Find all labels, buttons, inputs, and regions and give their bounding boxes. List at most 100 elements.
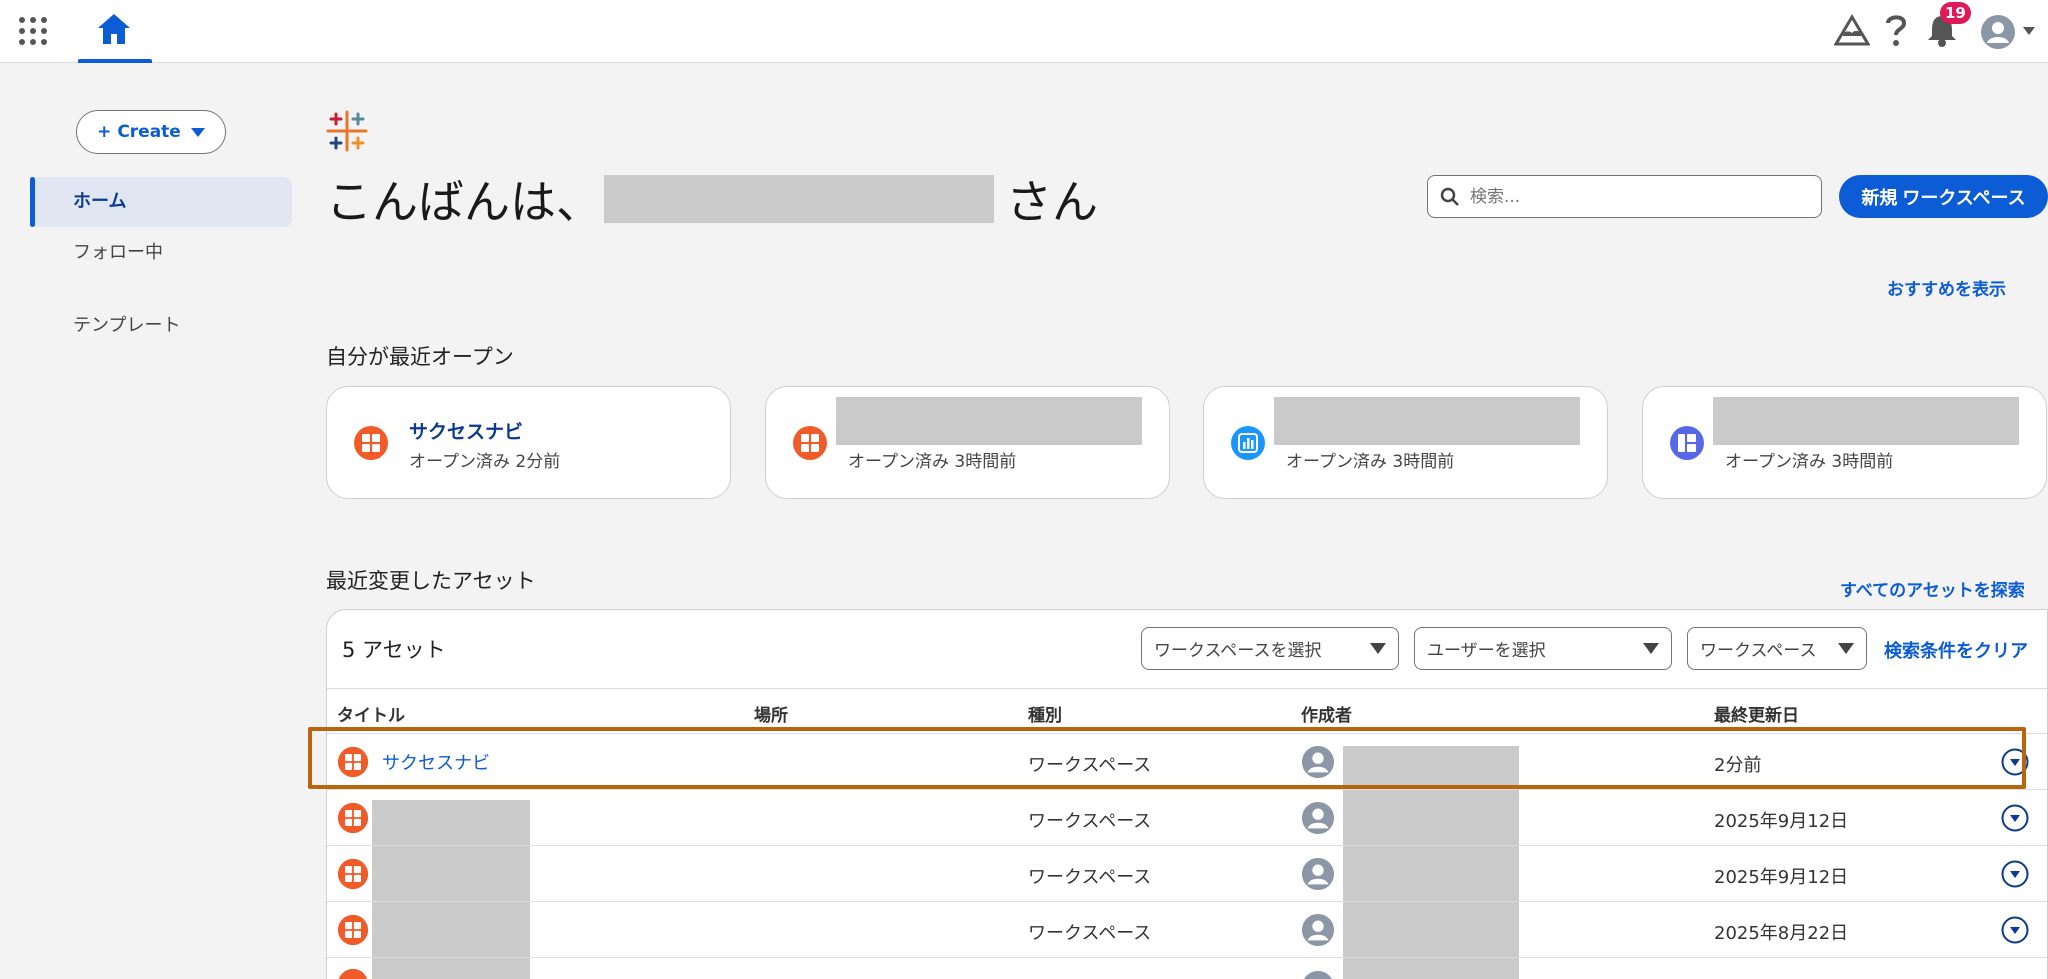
recent-card-subtitle: オープン済み 3時間前 <box>1286 452 1455 472</box>
row-date: 2025年9月12日 <box>1714 867 1849 888</box>
redacted-title <box>1274 397 1580 445</box>
sidebar-item-label: テンプレート <box>73 315 181 336</box>
home-tab[interactable] <box>78 0 152 63</box>
dropdown-caret-icon <box>1370 643 1386 654</box>
row-actions-icon[interactable] <box>2001 860 2029 888</box>
redacted-owner <box>1343 958 1519 979</box>
greeting-suffix: さん <box>1006 175 1098 229</box>
redacted-title <box>836 397 1142 445</box>
table-header: タイトル 場所 種別 作成者 最終更新日 <box>327 688 2047 733</box>
create-caret-icon <box>190 127 205 137</box>
cloud-icon[interactable] <box>1834 14 1870 48</box>
workspace-icon <box>793 426 827 460</box>
greeting-heading: こんばんは、 さん <box>326 166 1098 232</box>
apps-grid-icon[interactable] <box>17 15 49 47</box>
table-row[interactable]: ワークスペース 2025年9月12日 <box>327 845 2047 902</box>
redacted-owner <box>1343 790 1519 846</box>
row-title-link[interactable]: サクセスナビ <box>382 749 490 775</box>
create-button-label: + Create <box>97 122 181 142</box>
type-select-value: ワークスペース <box>1700 641 1817 661</box>
chevron-down-icon[interactable] <box>2022 26 2036 36</box>
user-select-value: ユーザーを選択 <box>1427 641 1546 661</box>
redacted-title <box>372 846 530 902</box>
recently-opened-title: 自分が最近オープン <box>326 345 514 369</box>
column-owner[interactable]: 作成者 <box>1301 701 1352 726</box>
row-type: ワークスペース <box>1028 867 1152 888</box>
search-input[interactable] <box>1470 186 1790 207</box>
sidebar-item-label: フォロー中 <box>73 242 163 263</box>
owner-avatar-icon <box>1301 913 1335 947</box>
table-row[interactable] <box>327 957 2047 979</box>
workspace-icon <box>337 802 369 834</box>
owner-avatar-icon <box>1301 857 1335 891</box>
recent-card-title[interactable]: サクセスナビ <box>409 417 523 444</box>
sidebar-item-following[interactable]: フォロー中 <box>30 228 292 278</box>
row-date: 2分前 <box>1714 755 1762 776</box>
column-location[interactable]: 場所 <box>754 701 788 726</box>
sidebar-item-home[interactable]: ホーム <box>30 177 292 227</box>
workspace-icon <box>337 746 369 778</box>
row-actions-icon[interactable] <box>2001 748 2029 776</box>
column-title[interactable]: タイトル <box>337 701 405 726</box>
dropdown-caret-icon <box>1838 643 1854 654</box>
owner-avatar-icon <box>1304 970 1332 979</box>
row-type: ワークスペース <box>1028 923 1152 944</box>
user-select[interactable]: ユーザーを選択 <box>1414 627 1672 670</box>
workspace-icon <box>338 968 368 979</box>
redacted-owner <box>1343 846 1519 902</box>
tableau-logo-icon <box>326 110 368 152</box>
recent-card-subtitle: オープン済み 3時間前 <box>848 452 1017 472</box>
workspace-select[interactable]: ワークスペースを選択 <box>1141 627 1399 670</box>
row-type: ワークスペース <box>1028 811 1152 832</box>
help-icon[interactable] <box>1882 12 1910 48</box>
table-row[interactable]: ワークスペース 2025年8月22日 <box>327 901 2047 958</box>
row-date: 2025年8月22日 <box>1714 923 1849 944</box>
workspace-select-value: ワークスペースを選択 <box>1154 641 1322 661</box>
sidebar-item-templates[interactable]: テンプレート <box>30 301 292 351</box>
user-avatar-icon[interactable] <box>1980 14 2016 50</box>
redacted-username <box>604 175 994 223</box>
redacted-owner <box>1343 902 1519 958</box>
redacted-title <box>1713 397 2019 445</box>
workspace-icon <box>354 426 388 460</box>
redacted-title <box>372 958 530 979</box>
row-date: 2025年9月12日 <box>1714 811 1849 832</box>
redacted-title <box>372 902 530 958</box>
redacted-owner <box>1343 746 1519 790</box>
search-box[interactable] <box>1427 175 1822 218</box>
recent-card-subtitle: オープン済み 2分前 <box>409 452 561 472</box>
owner-avatar-icon <box>1301 801 1335 835</box>
home-tab-indicator <box>78 59 152 63</box>
redacted-title <box>372 800 530 846</box>
table-row[interactable]: サクセスナビ ワークスペース 2分前 <box>327 733 2047 790</box>
row-actions-icon[interactable] <box>2001 916 2029 944</box>
recent-assets-title: 最近変更したアセット <box>326 569 536 593</box>
recent-card[interactable]: オープン済み 3時間前 <box>765 386 1170 499</box>
show-recommendations-link[interactable]: おすすめを表示 <box>1887 275 2006 300</box>
recent-card[interactable]: オープン済み 3時間前 <box>1203 386 1608 499</box>
clear-filters-link[interactable]: 検索条件をクリア <box>1884 637 2028 663</box>
sidebar-item-label: ホーム <box>73 191 127 212</box>
recent-card[interactable]: オープン済み 3時間前 <box>1642 386 2047 499</box>
recent-card[interactable]: サクセスナビ オープン済み 2分前 <box>326 386 731 499</box>
create-button[interactable]: + Create <box>76 110 226 154</box>
explore-all-assets-link[interactable]: すべてのアセットを探索 <box>1840 576 2025 601</box>
owner-avatar-icon <box>1301 745 1335 779</box>
type-select[interactable]: ワークスペース <box>1687 627 1867 670</box>
new-workspace-button[interactable]: 新規 ワークスペース <box>1839 175 2048 218</box>
table-row[interactable]: ワークスペース 2025年9月12日 <box>327 789 2047 846</box>
greeting-prefix: こんばんは、 <box>326 175 602 229</box>
search-icon <box>1440 187 1459 206</box>
asset-count: 5 アセット <box>342 638 446 662</box>
row-type: ワークスペース <box>1028 755 1152 776</box>
workspace-icon <box>337 858 369 890</box>
layout-icon <box>1670 426 1704 460</box>
row-actions-icon[interactable] <box>2001 804 2029 832</box>
home-icon <box>98 14 130 44</box>
column-modified[interactable]: 最終更新日 <box>1714 701 1799 726</box>
dashboard-icon <box>1231 426 1265 460</box>
notification-badge: 19 <box>1940 2 1971 24</box>
column-type[interactable]: 種別 <box>1028 701 1062 726</box>
recent-card-subtitle: オープン済み 3時間前 <box>1725 452 1894 472</box>
dropdown-caret-icon <box>1643 643 1659 654</box>
